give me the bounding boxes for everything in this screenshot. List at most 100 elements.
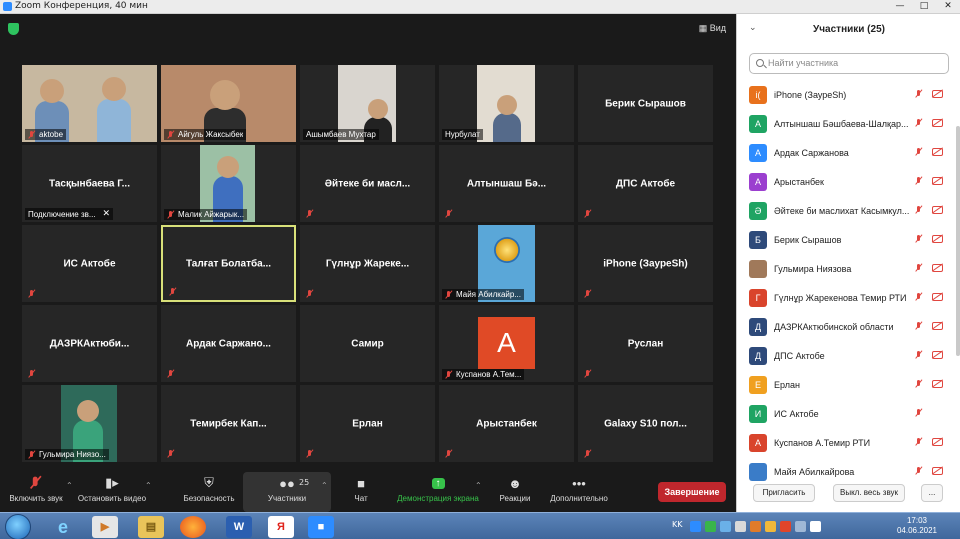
invite-button[interactable]: Пригласить xyxy=(753,484,815,502)
participant-list-item[interactable]: Гульмира Ниязова xyxy=(737,254,960,283)
video-off-icon[interactable] xyxy=(932,351,943,359)
participant-list-item[interactable]: Д ДПС Актобе xyxy=(737,341,960,370)
participant-list-item[interactable]: Б Берик Сырашов xyxy=(737,225,960,254)
video-tile[interactable]: Ардак Саржано... xyxy=(161,305,296,382)
microphone-muted-icon[interactable] xyxy=(915,351,923,359)
video-tile[interactable]: Нурбулат xyxy=(439,65,574,142)
video-off-icon[interactable] xyxy=(932,438,943,446)
participant-list-item[interactable]: A Алтыншаш Бәшбаева-Шалқар... xyxy=(737,109,960,138)
mute-all-button[interactable]: Выкл. весь звук xyxy=(833,484,905,502)
video-tile[interactable]: Самир xyxy=(300,305,435,382)
video-off-icon[interactable] xyxy=(932,467,943,475)
security-button[interactable]: ⛨ Безопасность xyxy=(178,472,240,512)
microphone-muted-icon[interactable] xyxy=(915,148,923,156)
microphone-muted-icon[interactable] xyxy=(915,380,923,388)
close-window-button[interactable]: ✕ xyxy=(936,0,960,14)
orange-tray-icon[interactable] xyxy=(750,520,761,532)
share-screen-button[interactable]: ↑ Демонстрация экрана xyxy=(392,472,484,512)
video-tile[interactable]: Айгуль Жаксыбек xyxy=(161,65,296,142)
video-off-icon[interactable] xyxy=(932,206,943,214)
microphone-muted-icon[interactable] xyxy=(915,438,923,446)
unmute-button[interactable]: Включить звук xyxy=(6,472,66,512)
audio-options-caret[interactable]: ⌃ xyxy=(66,481,73,490)
maximize-button[interactable]: □ xyxy=(912,0,936,14)
video-tile[interactable]: Талғат Болатба... xyxy=(161,225,296,302)
participants-options-caret[interactable]: ⌃ xyxy=(321,481,328,490)
video-tile[interactable]: Тасқынбаева Г... Подключение зв... ✕ xyxy=(22,145,157,222)
system-clock[interactable]: 17:03 04.06.2021 xyxy=(892,516,942,536)
video-tile[interactable]: Ерлан xyxy=(300,385,435,462)
microphone-muted-icon[interactable] xyxy=(915,409,923,417)
video-tile[interactable]: Galaxy S10 пол... xyxy=(578,385,713,462)
zoom-tray-icon[interactable] xyxy=(690,520,701,532)
participant-list-scrollbar[interactable] xyxy=(956,126,960,356)
participant-list-item[interactable]: Майя Абилкайрова xyxy=(737,457,960,486)
video-tile[interactable]: Гульмира Ниязо... xyxy=(22,385,157,462)
reactions-button[interactable]: ☻ Реакции xyxy=(494,472,536,512)
app-tray-icon[interactable] xyxy=(735,520,746,532)
microphone-muted-icon[interactable] xyxy=(915,264,923,272)
video-off-icon[interactable] xyxy=(932,119,943,127)
video-off-icon[interactable] xyxy=(932,148,943,156)
video-tile[interactable]: ДПС Актобе xyxy=(578,145,713,222)
video-tile[interactable]: Ашымбаев Мухтар xyxy=(300,65,435,142)
volume-icon[interactable] xyxy=(795,520,806,532)
video-tile[interactable]: Арыстанбек xyxy=(439,385,574,462)
end-meeting-button[interactable]: Завершение xyxy=(658,482,726,502)
minimize-button[interactable]: — xyxy=(888,0,912,14)
participant-search-input[interactable]: Найти участника xyxy=(749,53,949,74)
participant-list-item[interactable]: Г Гүлнұр Жарекенова Темир РТИ xyxy=(737,283,960,312)
zoom-taskbar-icon[interactable]: ■ xyxy=(308,516,334,538)
video-tile[interactable]: Алтыншаш Бә... xyxy=(439,145,574,222)
view-button[interactable]: ▦ Вид xyxy=(699,23,726,34)
network-tray-icon[interactable] xyxy=(720,520,731,532)
microphone-muted-icon[interactable] xyxy=(915,467,923,475)
video-tile[interactable]: Руслан xyxy=(578,305,713,382)
chat-button[interactable]: ■ Чат xyxy=(345,472,377,512)
firefox-icon[interactable] xyxy=(180,516,206,538)
flag-icon[interactable] xyxy=(810,520,821,532)
file-explorer-icon[interactable]: ▤ xyxy=(138,516,164,538)
red-tray-icon[interactable] xyxy=(780,520,791,532)
video-off-icon[interactable] xyxy=(932,380,943,388)
microphone-muted-icon[interactable] xyxy=(915,322,923,330)
participant-list-item[interactable]: A Ардак Саржанова xyxy=(737,138,960,167)
video-tile[interactable]: aktobe xyxy=(22,65,157,142)
share-options-caret[interactable]: ⌃ xyxy=(475,481,482,490)
participant-list-item[interactable]: И ИС Актобе xyxy=(737,399,960,428)
language-indicator[interactable]: KK xyxy=(672,520,683,529)
word-icon[interactable]: W xyxy=(226,516,252,538)
microphone-muted-icon[interactable] xyxy=(915,119,923,127)
yandex-browser-icon[interactable]: Я xyxy=(268,516,294,538)
participant-list-item[interactable]: Ә Әйтеке би маслихат Касымкул... xyxy=(737,196,960,225)
video-off-icon[interactable] xyxy=(932,177,943,185)
microphone-muted-icon[interactable] xyxy=(915,90,923,98)
more-button[interactable]: ••• Дополнительно xyxy=(544,472,614,512)
video-off-icon[interactable] xyxy=(932,90,943,98)
participant-list-item[interactable]: A Куспанов А.Темир РТИ xyxy=(737,428,960,457)
microphone-muted-icon[interactable] xyxy=(915,177,923,185)
video-tile[interactable]: Темирбек Кап... xyxy=(161,385,296,462)
video-tile[interactable]: Майя Абилкайр... xyxy=(439,225,574,302)
video-tile[interactable]: Малик Айжарык... xyxy=(161,145,296,222)
video-off-icon[interactable] xyxy=(932,293,943,301)
video-tile[interactable]: Берик Сырашов xyxy=(578,65,713,142)
participant-list-item[interactable]: i(iPhone (ЗаурeSh) xyxy=(737,80,960,109)
media-player-icon[interactable]: ▶ xyxy=(92,516,118,538)
encryption-shield-icon[interactable] xyxy=(8,23,19,35)
video-off-icon[interactable] xyxy=(932,264,943,272)
close-icon[interactable]: ✕ xyxy=(103,209,111,219)
panel-more-button[interactable]: ... xyxy=(921,484,943,502)
participant-list-item[interactable]: E Ерлан xyxy=(737,370,960,399)
microphone-muted-icon[interactable] xyxy=(915,293,923,301)
internet-explorer-icon[interactable]: e xyxy=(50,516,76,538)
video-off-icon[interactable] xyxy=(932,235,943,243)
participant-list-item[interactable]: A Арыстанбек xyxy=(737,167,960,196)
video-tile[interactable]: Әйтеке би масл... xyxy=(300,145,435,222)
microphone-muted-icon[interactable] xyxy=(915,206,923,214)
video-tile[interactable]: ДАЗРКАктюби... xyxy=(22,305,157,382)
participant-list-item[interactable]: Д ДАЗРКАктюбинской области xyxy=(737,312,960,341)
green-check-tray-icon[interactable] xyxy=(705,520,716,532)
video-tile[interactable]: ИС Актобе xyxy=(22,225,157,302)
yellow-tray-icon[interactable] xyxy=(765,520,776,532)
